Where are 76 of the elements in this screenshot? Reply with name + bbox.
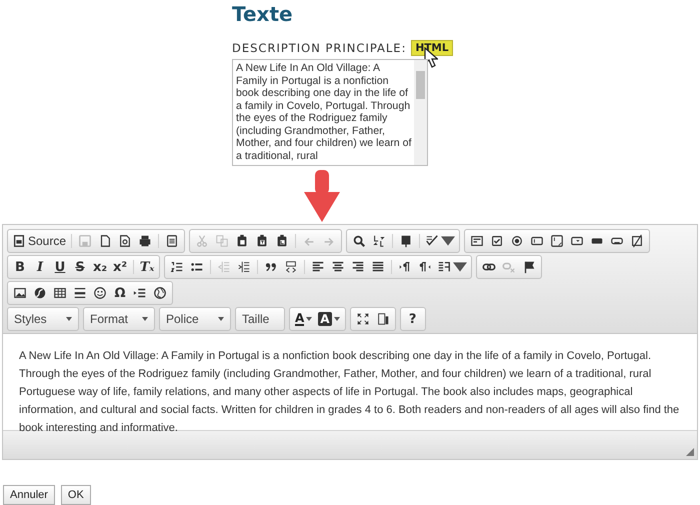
select-icon — [570, 234, 584, 248]
show-blocks-icon — [376, 312, 390, 326]
caret-icon — [218, 317, 224, 321]
smiley-icon — [93, 286, 107, 300]
preview-icon — [118, 234, 132, 248]
align-left-icon — [311, 260, 325, 274]
search-icon — [352, 234, 366, 248]
down-arrow-icon — [303, 170, 341, 222]
div-icon — [284, 260, 298, 274]
numbered-list-icon — [170, 260, 184, 274]
paste-word-icon — [275, 234, 290, 248]
dropdown[interactable]: Styles — [10, 310, 76, 328]
copy-icon — [215, 234, 230, 248]
maximize-icon — [356, 312, 370, 326]
source-button[interactable]: Source — [10, 232, 68, 250]
paste-text-icon — [255, 234, 270, 248]
rtl-icon — [418, 260, 432, 274]
cut-icon — [195, 234, 210, 248]
unlink-icon — [502, 260, 516, 274]
color-button[interactable]: A — [315, 310, 343, 328]
dropdown[interactable]: Taille — [238, 310, 282, 328]
format-button[interactable]: x₂ — [90, 258, 110, 276]
color-button[interactable]: A — [292, 310, 316, 328]
dropdown[interactable]: Police — [162, 310, 228, 328]
page-break-icon — [133, 286, 147, 300]
caret-icon — [334, 317, 340, 321]
image-icon — [13, 286, 27, 300]
format-button[interactable]: Ω — [110, 284, 130, 302]
indent-icon — [237, 260, 251, 274]
action-button[interactable]: OK — [60, 485, 91, 505]
format-button[interactable]: I — [30, 258, 50, 276]
caret-icon — [66, 317, 72, 321]
format-button[interactable]: x² — [110, 258, 130, 276]
format-button[interactable]: Tₓ — [137, 258, 157, 276]
flash-icon — [33, 286, 47, 300]
hidden-field-icon — [630, 234, 644, 248]
text-field-icon — [530, 234, 544, 248]
textarea-text: A New Life In An Old Village: A Family in Portugal is a nonfiction book describing one day in the life of a family in Covelo, Portugal. Through the eyes of the Rodriguez family (including Grandmother, Father, Mother, and four children) we learn of a traditional, rural — [235, 61, 412, 164]
language-icon — [437, 260, 451, 274]
radio-icon — [510, 234, 524, 248]
textarea-icon — [550, 234, 564, 248]
paste-icon — [235, 234, 250, 248]
outdent-icon — [217, 260, 231, 274]
anchor-icon — [522, 260, 536, 274]
checkbox-icon — [490, 234, 504, 248]
spellcheck-icon — [425, 234, 440, 248]
align-center-icon — [331, 260, 345, 274]
source-icon — [12, 234, 26, 248]
new-page-icon — [98, 234, 112, 248]
format-button[interactable]: U — [50, 258, 70, 276]
form-icon — [470, 234, 484, 248]
justify-icon — [371, 260, 385, 274]
replace-icon — [372, 234, 386, 248]
ltr-icon — [398, 260, 412, 274]
horizontal-rule-icon — [73, 286, 87, 300]
scrollbar[interactable] — [414, 60, 427, 165]
bulleted-list-icon — [190, 260, 204, 274]
table-icon — [53, 286, 67, 300]
caret-icon — [142, 317, 148, 321]
editor-text: A New Life In An Old Village: A Family in Portugal is a nonfiction book describing one day in the life of a family in Covelo, Portugal. Through the eyes of the Rodriguez family (including Grandmother, Father, Mother, and four children) we learn of a traditional, rural Portuguese way of life, family relations, and many other aspects of life in Portugal. The book also includes maps, geographical information, and cultural and social facts. Written for children in grades 4 to 6. Both readers and non-readers of all ages will also find the book interesting and informative. — [19, 349, 680, 436]
format-button[interactable]: B — [10, 258, 30, 276]
templates-icon — [165, 234, 180, 248]
print-icon — [138, 234, 152, 248]
section-heading: Texte — [232, 2, 293, 26]
resize-grip-icon[interactable] — [686, 448, 694, 456]
format-button[interactable]: ? — [402, 310, 423, 328]
align-right-icon — [351, 260, 365, 274]
caret-icon — [306, 317, 312, 321]
save-icon — [78, 234, 92, 248]
dropdown[interactable]: Format — [86, 310, 152, 328]
format-button[interactable]: S — [70, 258, 90, 276]
action-button[interactable]: Annuler — [3, 485, 55, 505]
caret-icon — [453, 260, 467, 274]
field-label: DESCRIPTION PRINCIPALE: — [232, 41, 406, 55]
caret-icon — [441, 234, 456, 248]
html-tag[interactable]: HTML — [411, 40, 453, 56]
